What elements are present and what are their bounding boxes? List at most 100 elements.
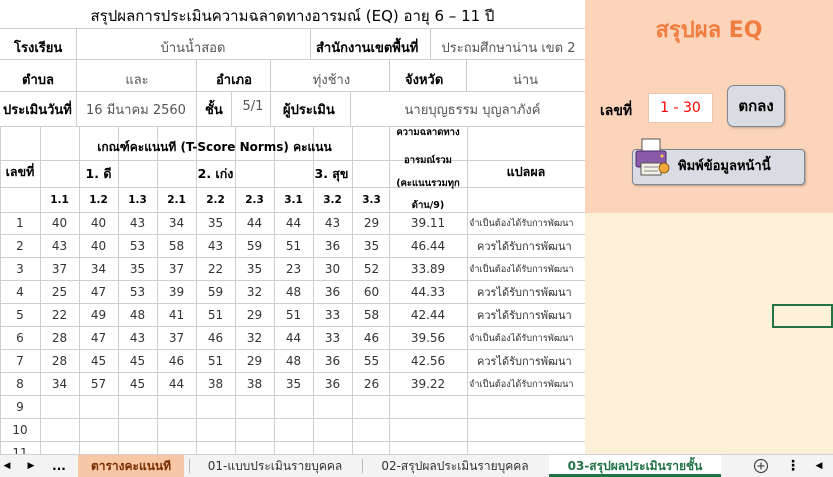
office-value[interactable]: ประถมศึกษาน่าน เขต 2 — [432, 37, 585, 58]
result-cell[interactable]: ควรได้รับการพัฒนา — [477, 350, 585, 373]
score-cell[interactable]: 26 — [352, 373, 391, 396]
row-number[interactable]: 5 — [0, 304, 40, 327]
worksheet[interactable]: สรุปผลการประเมินความฉลาดทางอารมณ์ (EQ) อ… — [0, 0, 585, 454]
score-cell[interactable] — [157, 419, 196, 442]
score-cell[interactable]: 47 — [79, 327, 118, 350]
score-cell[interactable]: 23 — [274, 258, 313, 281]
score-cell[interactable]: 51 — [274, 304, 313, 327]
score-cell[interactable] — [352, 442, 391, 454]
score-cell[interactable]: 35 — [196, 212, 235, 235]
score-cell[interactable]: 28 — [40, 350, 79, 373]
score-cell[interactable]: 37 — [40, 258, 79, 281]
score-cell[interactable]: 36 — [313, 281, 352, 304]
score-cell[interactable]: 34 — [157, 212, 196, 235]
result-cell[interactable]: จำเป็นต้องได้รับการพัฒนา — [469, 373, 585, 396]
selected-cell[interactable] — [772, 304, 833, 328]
score-cell[interactable] — [118, 419, 157, 442]
score-cell[interactable] — [196, 396, 235, 419]
scroll-left-icon[interactable]: ◀ — [0, 455, 14, 477]
score-cell[interactable]: 35 — [274, 373, 313, 396]
total-cell[interactable]: 42.44 — [389, 304, 467, 327]
score-cell[interactable] — [235, 396, 274, 419]
score-cell[interactable]: 35 — [235, 258, 274, 281]
score-cell[interactable]: 55 — [352, 350, 391, 373]
tab-score-table[interactable]: ตารางคะแนนที — [78, 455, 184, 477]
ok-button[interactable]: ตกลง — [727, 85, 785, 127]
score-cell[interactable] — [274, 442, 313, 454]
result-cell[interactable]: ควรได้รับการพัฒนา — [477, 235, 585, 258]
score-cell[interactable]: 53 — [118, 235, 157, 258]
score-cell[interactable] — [40, 442, 79, 454]
score-cell[interactable]: 43 — [313, 212, 352, 235]
score-cell[interactable]: 38 — [196, 373, 235, 396]
score-cell[interactable]: 22 — [196, 258, 235, 281]
row-number[interactable]: 1 — [0, 212, 40, 235]
score-cell[interactable]: 59 — [235, 235, 274, 258]
score-cell[interactable]: 38 — [235, 373, 274, 396]
result-cell[interactable] — [477, 419, 585, 442]
score-cell[interactable] — [196, 442, 235, 454]
score-cell[interactable]: 46 — [196, 327, 235, 350]
result-cell[interactable]: จำเป็นต้องได้รับการพัฒนา — [469, 258, 585, 281]
total-cell[interactable]: 46.44 — [389, 235, 467, 258]
score-cell[interactable] — [274, 396, 313, 419]
score-cell[interactable]: 43 — [118, 212, 157, 235]
score-cell[interactable]: 29 — [352, 212, 391, 235]
score-cell[interactable] — [313, 396, 352, 419]
score-cell[interactable]: 40 — [79, 235, 118, 258]
total-cell[interactable]: 42.56 — [389, 350, 467, 373]
score-cell[interactable]: 48 — [274, 350, 313, 373]
score-cell[interactable] — [79, 396, 118, 419]
score-cell[interactable]: 36 — [313, 235, 352, 258]
score-cell[interactable]: 34 — [40, 373, 79, 396]
result-cell[interactable]: จำเป็นต้องได้รับการพัฒนา — [469, 212, 585, 235]
assessor-value[interactable]: นายบุญธรรม บุญลาภังค์ — [360, 99, 585, 120]
score-cell[interactable] — [352, 396, 391, 419]
total-cell[interactable]: 33.89 — [389, 258, 467, 281]
score-cell[interactable] — [235, 419, 274, 442]
score-cell[interactable]: 49 — [79, 304, 118, 327]
plus-circle-icon[interactable] — [751, 455, 771, 477]
score-cell[interactable]: 28 — [40, 327, 79, 350]
score-cell[interactable]: 46 — [352, 327, 391, 350]
tab-individual-assessment[interactable]: 01-แบบประเมินรายบุคคล — [190, 455, 360, 477]
score-cell[interactable] — [79, 442, 118, 454]
score-cell[interactable]: 46 — [157, 350, 196, 373]
score-cell[interactable]: 44 — [235, 212, 274, 235]
total-cell[interactable]: 39.56 — [389, 327, 467, 350]
score-cell[interactable]: 36 — [313, 350, 352, 373]
score-cell[interactable]: 48 — [118, 304, 157, 327]
score-cell[interactable]: 51 — [274, 235, 313, 258]
tab-individual-summary[interactable]: 02-สรุปผลประเมินรายบุคคล — [363, 455, 547, 477]
score-cell[interactable]: 37 — [157, 327, 196, 350]
score-cell[interactable]: 34 — [79, 258, 118, 281]
total-cell[interactable]: 44.33 — [389, 281, 467, 304]
score-cell[interactable]: 35 — [118, 258, 157, 281]
score-cell[interactable]: 43 — [196, 235, 235, 258]
score-cell[interactable] — [313, 419, 352, 442]
score-cell[interactable]: 45 — [118, 373, 157, 396]
score-cell[interactable]: 51 — [196, 350, 235, 373]
score-cell[interactable]: 25 — [40, 281, 79, 304]
school-value[interactable]: บ้านน้ำสอด — [78, 37, 308, 58]
row-number[interactable]: 10 — [0, 419, 40, 442]
score-cell[interactable]: 33 — [313, 304, 352, 327]
score-cell[interactable]: 58 — [352, 304, 391, 327]
tab-class-summary[interactable]: 03-สรุปผลประเมินรายชั้น — [549, 455, 721, 477]
more-tabs-button[interactable]: ... — [48, 455, 70, 477]
total-cell[interactable] — [389, 419, 467, 442]
score-cell[interactable] — [40, 396, 79, 419]
score-cell[interactable]: 53 — [118, 281, 157, 304]
result-cell[interactable] — [477, 396, 585, 419]
class-value[interactable]: 5/1 — [235, 99, 271, 114]
score-cell[interactable]: 37 — [157, 258, 196, 281]
row-number[interactable]: 8 — [0, 373, 40, 396]
score-cell[interactable]: 40 — [40, 212, 79, 235]
scroll-right-icon[interactable]: ▶ — [24, 455, 38, 477]
row-number[interactable]: 6 — [0, 327, 40, 350]
vertical-dots-icon[interactable]: ⋮ — [786, 455, 800, 477]
score-cell[interactable] — [157, 442, 196, 454]
total-cell[interactable] — [389, 396, 467, 419]
score-cell[interactable]: 30 — [313, 258, 352, 281]
date-value[interactable]: 16 มีนาคม 2560 — [80, 99, 192, 120]
